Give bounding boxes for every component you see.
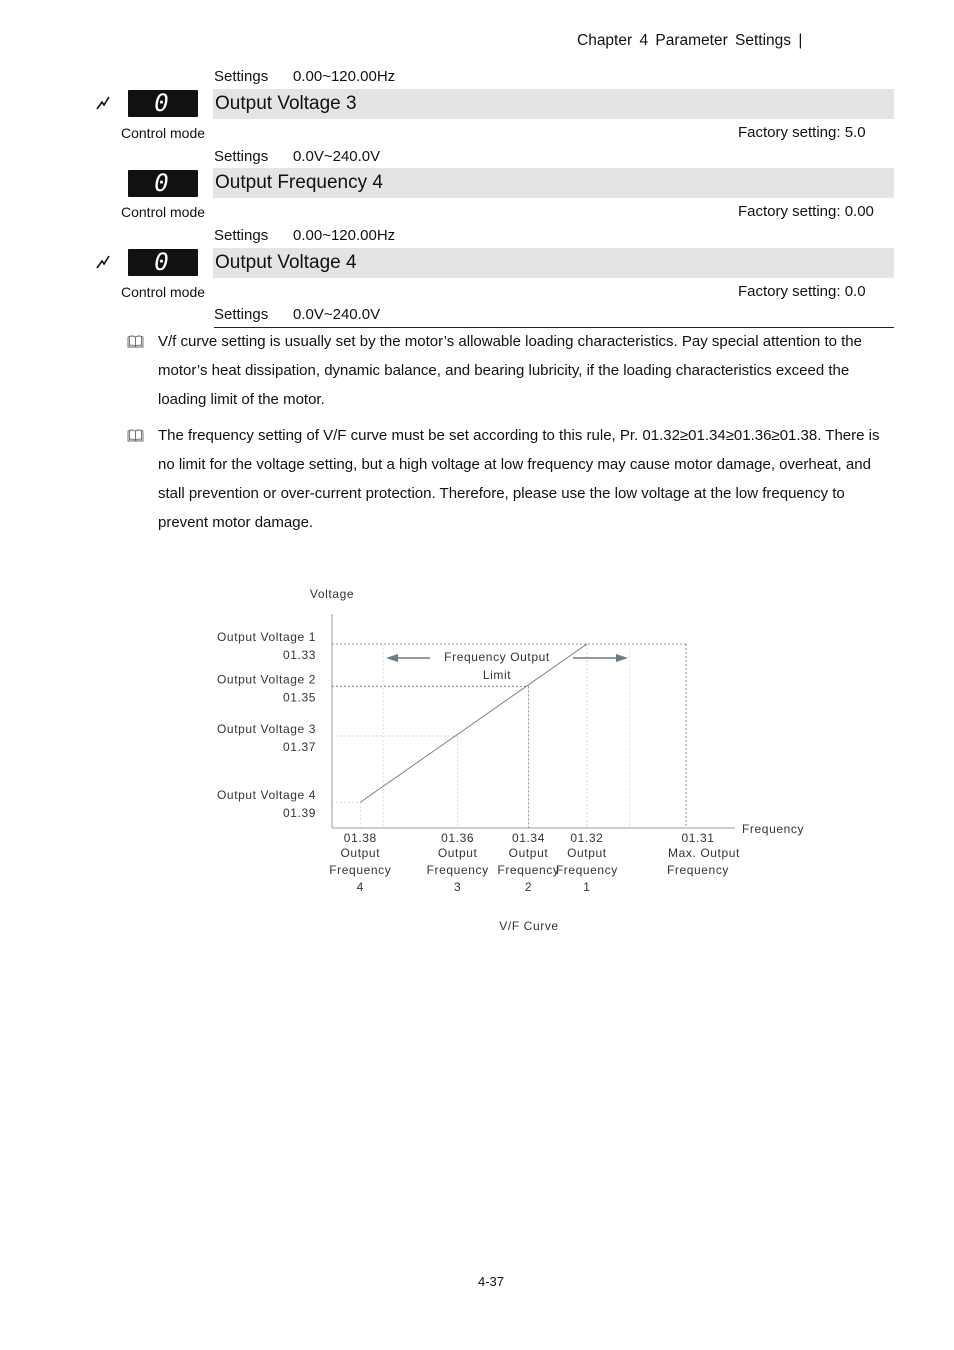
param-title-bar: Output Frequency 4 (213, 168, 894, 198)
x-tick-label: Frequency (427, 863, 489, 877)
factory-setting: Factory setting: 0.0 (738, 283, 866, 300)
control-mode-label: Control mode (121, 284, 206, 300)
vf-line (360, 643, 588, 803)
param-title: Output Frequency 4 (215, 172, 383, 193)
factory-setting: Factory setting: 0.00 (738, 203, 874, 220)
y-tick-name: Output Voltage 2 (217, 672, 316, 686)
factory-setting: Factory setting: 5.0 (738, 124, 866, 141)
annotation-text: Frequency Output (444, 650, 550, 664)
param-code-display: 0 1.3 7 (128, 90, 198, 171)
param-code-display: 0 1.3 8 (128, 170, 198, 251)
arrow-left-icon (386, 654, 398, 662)
x-tick-label: Frequency (667, 863, 729, 877)
editable-icon (96, 255, 110, 269)
control-mode-label: Control mode (121, 125, 206, 141)
x-tick-label: Output (509, 846, 549, 860)
param-title-bar: Output Voltage 4 (213, 248, 894, 278)
settings-value: 0.0V~240.0V (293, 306, 381, 323)
settings-label: Settings (214, 68, 269, 85)
control-mode-label: Control mode (121, 204, 206, 220)
x-tick-label: Output (341, 846, 381, 860)
page-number: 4-37 (478, 1274, 505, 1289)
book-icon (127, 335, 144, 348)
editable-icon (96, 96, 110, 110)
settings-label: Settings (214, 148, 269, 165)
x-tick-label: 4 (357, 880, 364, 894)
settings-label: Settings (214, 306, 269, 323)
param-code-display: 0 1.3 9 (128, 249, 198, 330)
settings-value: 0.00~120.00Hz (293, 227, 396, 244)
settings-row: Settings 0.00~120.00Hz (214, 227, 894, 249)
y-axis-label: Voltage (310, 587, 354, 601)
settings-row-prev: Settings 0.00~120.00Hz (214, 68, 894, 90)
param-title: Output Voltage 4 (215, 252, 357, 273)
y-tick-name: Output Voltage 3 (217, 722, 316, 736)
param-title: Output Voltage 3 (215, 93, 357, 114)
x-tick-label: Output (567, 846, 607, 860)
settings-row: Settings 0.0V~240.0V (214, 148, 894, 170)
note-paragraph: V/f curve setting is usually set by the … (158, 333, 862, 408)
y-tick-name: Output Voltage 1 (217, 630, 316, 644)
x-tick-label: 2 (525, 880, 532, 894)
y-tick-param: 01.39 (283, 806, 316, 820)
book-icon (127, 429, 144, 442)
x-tick-param: 01.34 (512, 831, 545, 845)
x-tick-param: 01.38 (344, 831, 377, 845)
settings-value: 0.0V~240.0V (293, 148, 381, 165)
settings-value: 0.00~120.00Hz (293, 68, 396, 85)
y-tick-param: 01.33 (283, 648, 316, 662)
x-tick-param: 01.31 (681, 831, 714, 845)
y-tick-param: 01.37 (283, 740, 316, 754)
chapter-header: Chapter 4 Parameter Settings | (577, 32, 803, 49)
x-tick-label: Frequency (329, 863, 391, 877)
vf-curve-chart: Voltage Frequency V/F Curve Output Voltage … (217, 587, 804, 933)
x-tick-label: Frequency (497, 863, 559, 877)
x-tick-label: 1 (583, 880, 590, 894)
x-tick-param: 01.36 (441, 831, 474, 845)
y-tick-name: Output Voltage 4 (217, 788, 316, 802)
x-tick-label: Max. Output (668, 846, 740, 860)
settings-row: Settings 0.0V~240.0V (214, 306, 894, 328)
param-title-bar: Output Voltage 3 (213, 89, 894, 119)
settings-label: Settings (214, 227, 269, 244)
chart-title: V/F Curve (499, 919, 558, 933)
x-axis-label: Frequency (742, 822, 804, 836)
x-tick-label: Frequency (556, 863, 618, 877)
x-tick-param: 01.32 (570, 831, 603, 845)
note-paragraph: The frequency setting of V/F curve must … (158, 427, 880, 531)
arrow-right-icon (616, 654, 628, 662)
x-tick-label: 3 (454, 880, 461, 894)
annotation-text: Limit (483, 668, 511, 682)
x-tick-label: Output (438, 846, 478, 860)
y-tick-param: 01.35 (283, 690, 316, 704)
